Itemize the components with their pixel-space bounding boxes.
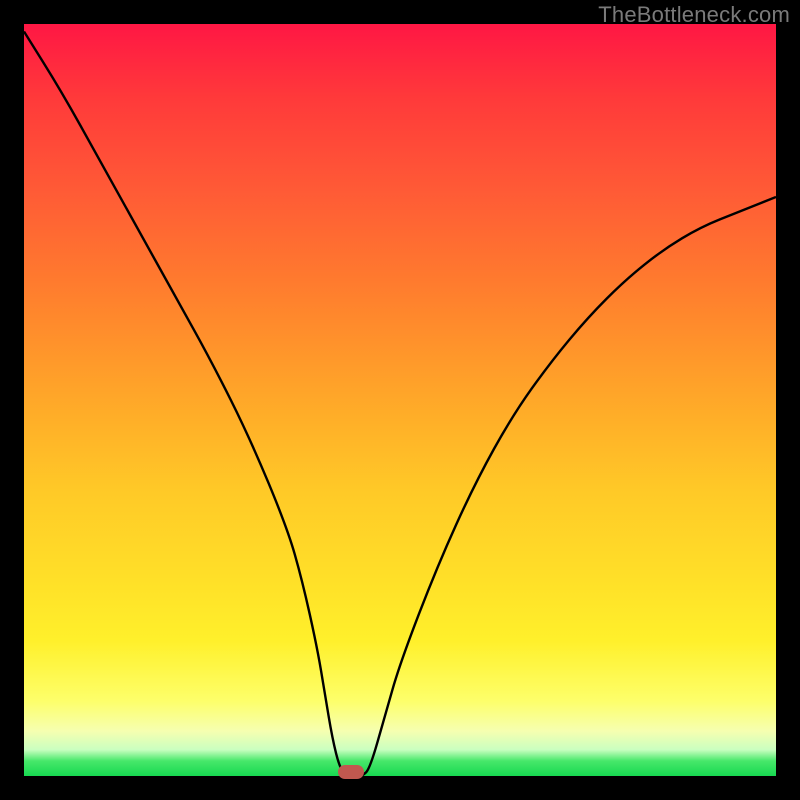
plot-area: [24, 24, 776, 776]
optimum-marker: [338, 765, 364, 779]
bottleneck-curve: [24, 24, 776, 776]
chart-frame: TheBottleneck.com: [0, 0, 800, 800]
